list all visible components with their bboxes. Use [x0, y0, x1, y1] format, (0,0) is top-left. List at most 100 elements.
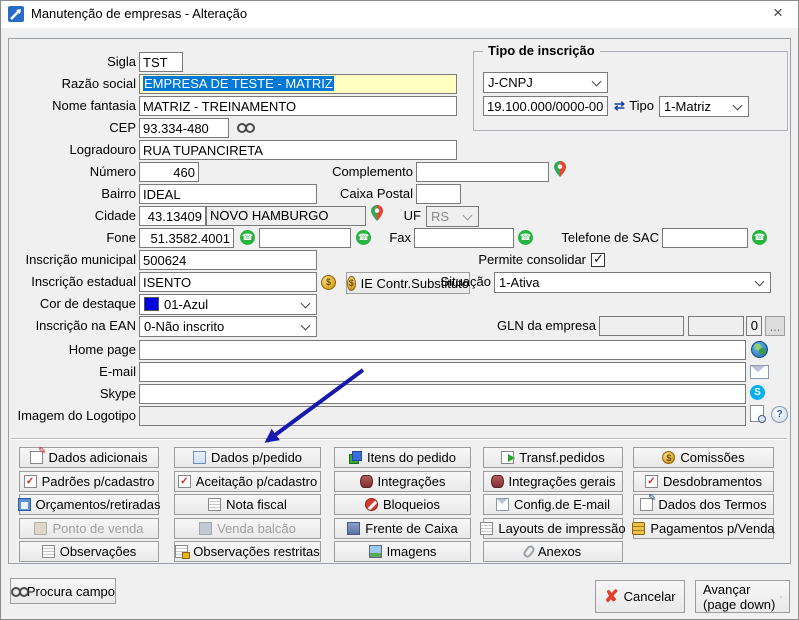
button-desdobramentos[interactable]: Desdobramentos [633, 471, 774, 492]
cep-input[interactable] [139, 118, 229, 138]
database-icon [491, 475, 504, 488]
button-label: Frente de Caixa [365, 521, 458, 536]
numero-label: Número [9, 162, 136, 182]
fone1-input[interactable] [139, 228, 234, 248]
cancelar-button[interactable]: ✘ Cancelar [595, 580, 685, 613]
fone2-input[interactable] [259, 228, 351, 248]
selected-text: EMPRESA DE TESTE - MATRIZ [143, 76, 334, 91]
complemento-label: Complemento [303, 162, 413, 182]
main-form-panel: Sigla Razão social Nome fantasia CEP Log… [8, 38, 791, 564]
button-label: Transf.pedidos [519, 450, 605, 465]
whatsapp-icon[interactable] [752, 230, 767, 245]
map-pin-icon[interactable] [371, 205, 383, 221]
red-x-icon: ✘ [604, 588, 618, 605]
cnpj-input[interactable] [483, 96, 608, 116]
button-label: Dados adicionais [48, 450, 147, 465]
green-arrow-icon [780, 590, 782, 604]
procura-campo-button[interactable]: Procura campo [10, 578, 116, 604]
inscricao-estadual-input[interactable] [139, 272, 317, 292]
paperclip-icon [522, 544, 536, 559]
button-nota-fiscal[interactable]: Nota fiscal [174, 494, 321, 515]
app-icon [8, 6, 24, 22]
button-label: Integrações [378, 474, 446, 489]
button-integracoes-gerais[interactable]: Integrações gerais [483, 471, 623, 492]
caixa-postal-input[interactable] [416, 184, 461, 204]
permite-consolidar-checkbox[interactable] [591, 253, 605, 267]
button-label: Bloqueios [383, 497, 440, 512]
help-icon[interactable] [771, 406, 788, 423]
complemento-input[interactable] [416, 162, 549, 182]
permite-consolidar-label: Permite consolidar [466, 250, 586, 270]
cor-destaque-label: Cor de destaque [9, 294, 136, 314]
button-label: Anexos [538, 544, 581, 559]
sac-input[interactable] [662, 228, 748, 248]
cep-search-binoculars-icon[interactable] [237, 122, 253, 132]
cor-destaque-value: 01-Azul [164, 297, 208, 312]
home-page-input[interactable] [139, 340, 746, 360]
skype-label: Skype [9, 384, 136, 404]
bairro-input[interactable] [139, 184, 317, 204]
avancar-button[interactable]: Avançar (page down) [695, 580, 790, 613]
button-aceitacao-p-cadastro[interactable]: Aceitação p/cadastro [174, 471, 321, 492]
button-orcamentos-retiradas[interactable]: Orçamentos/retiradas [19, 494, 159, 515]
chevron-down-icon [733, 101, 743, 111]
button-label: Aceitação p/cadastro [196, 474, 317, 489]
button-frente-de-caixa[interactable]: Frente de Caixa [334, 518, 471, 539]
button-comissoes[interactable]: Comissões [633, 447, 774, 468]
cor-destaque-dropdown[interactable]: 01-Azul [139, 294, 317, 315]
razao-social-input[interactable]: EMPRESA DE TESTE - MATRIZ [139, 74, 457, 94]
button-padroes-p-cadastro[interactable]: Padrões p/cadastro [19, 471, 159, 492]
button-label: Ponto de venda [52, 521, 143, 536]
skype-icon[interactable] [750, 385, 765, 400]
coin-icon[interactable] [321, 275, 336, 290]
checklist-icon [24, 475, 37, 488]
logradouro-label: Logradouro [9, 140, 136, 160]
binoculars-icon [11, 586, 22, 596]
sigla-input[interactable] [139, 52, 183, 72]
button-label: Procura campo [27, 584, 115, 599]
inscricao-municipal-label: Inscrição municipal [9, 250, 136, 270]
document-arrow-icon [501, 451, 514, 464]
group-title: Tipo de inscrição [483, 43, 600, 58]
fax-input[interactable] [414, 228, 514, 248]
gln-field-1 [599, 316, 684, 336]
button-integracoes[interactable]: Integrações [334, 471, 471, 492]
button-bloqueios[interactable]: Bloqueios [334, 494, 471, 515]
button-label: Orçamentos/retiradas [36, 497, 161, 512]
button-transf-pedidos[interactable]: Transf.pedidos [483, 447, 623, 468]
globe-icon[interactable] [751, 341, 768, 358]
button-observacoes-restritas[interactable]: Observações restritas [174, 541, 321, 562]
button-dados-p-pedido[interactable]: Dados p/pedido [174, 447, 321, 468]
nome-fantasia-input[interactable] [139, 96, 457, 116]
whatsapp-icon[interactable] [518, 230, 533, 245]
numero-input[interactable] [139, 162, 199, 182]
database-icon [360, 475, 373, 488]
button-imagens[interactable]: Imagens [334, 541, 471, 562]
button-config-de-email[interactable]: Config.de E-mail [483, 494, 623, 515]
inscricao-ean-label: Inscrição na EAN [9, 316, 136, 336]
gln-browse-button[interactable]: ... [765, 316, 785, 336]
logradouro-input[interactable] [139, 140, 457, 160]
whatsapp-icon[interactable] [240, 230, 255, 245]
button-dados-adicionais[interactable]: Dados adicionais [19, 447, 159, 468]
inscricao-ean-dropdown[interactable]: 0-Não inscrito [139, 316, 317, 337]
tipo-documento-dropdown[interactable]: J-CNPJ [483, 72, 608, 93]
button-layouts-de-impressao[interactable]: Layouts de impressão [483, 518, 623, 539]
tipo-dropdown[interactable]: 1-Matriz [659, 96, 749, 117]
button-dados-dos-termos[interactable]: Dados dos Termos [633, 494, 774, 515]
map-pin-icon[interactable] [554, 161, 566, 177]
inscricao-municipal-input[interactable] [139, 250, 317, 270]
avancar-line1: Avançar [703, 582, 750, 597]
email-input[interactable] [139, 362, 746, 382]
envelope-icon[interactable] [750, 365, 769, 379]
button-observacoes[interactable]: Observações [19, 541, 159, 562]
button-itens-do-pedido[interactable]: Itens do pedido [334, 447, 471, 468]
button-pagamentos-p-venda[interactable]: Pagamentos p/Venda [633, 518, 774, 539]
cidade-codigo-input[interactable] [139, 206, 206, 226]
close-icon[interactable]: × [763, 0, 793, 26]
button-label: Comissões [680, 450, 744, 465]
image-preview-icon[interactable] [750, 405, 764, 422]
button-anexos[interactable]: Anexos [483, 541, 623, 562]
situacao-dropdown[interactable]: 1-Ativa [494, 272, 771, 293]
skype-input[interactable] [139, 384, 746, 404]
